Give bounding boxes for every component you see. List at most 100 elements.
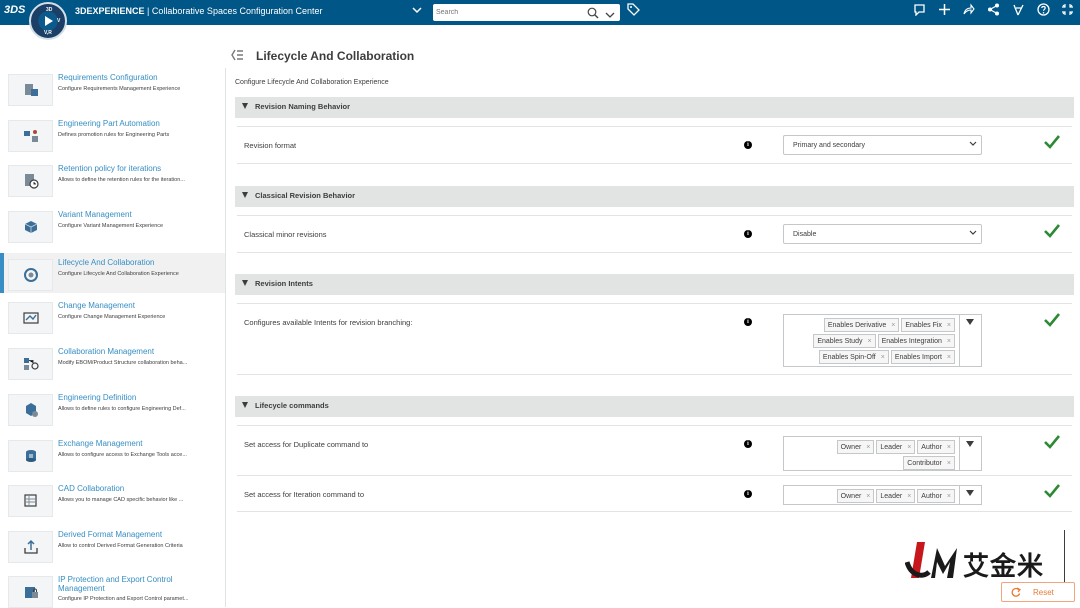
search-scope-chevron-icon[interactable] xyxy=(605,7,615,25)
info-icon[interactable]: i xyxy=(744,141,752,149)
watermark-logo: 艾金米 xyxy=(904,530,1065,586)
setting-label: Set access for Iteration command to xyxy=(244,490,365,499)
tag-icon[interactable] xyxy=(624,3,642,21)
section-lifecycle-commands[interactable]: Lifecycle commands xyxy=(235,396,1074,417)
sidebar-item-derived-format-management[interactable]: Derived Format Management Allow to contr… xyxy=(0,525,225,565)
sidebar-item-cad-collaboration[interactable]: CAD Collaboration Allows you to manage C… xyxy=(0,479,225,519)
sidebar-item-title: Requirements Configuration xyxy=(58,73,158,82)
sidebar-item-collaboration-management[interactable]: Collaboration Management Modify EBOM/Pro… xyxy=(0,342,225,382)
remove-chip-icon[interactable]: × xyxy=(881,354,885,361)
chip-list: Owner × Leader × Author × xyxy=(784,487,959,503)
compass-south-label: V,R xyxy=(44,30,52,36)
sidebar-item-title: Lifecycle And Collaboration xyxy=(58,258,155,267)
sidebar-item-desc: Allows to define the retention rules for… xyxy=(58,177,185,183)
help-icon[interactable] xyxy=(1034,3,1052,21)
remove-chip-icon[interactable]: × xyxy=(947,444,951,451)
ip-protection-icon xyxy=(8,576,53,608)
setting-label: Configures available Intents for revisio… xyxy=(244,318,413,327)
chip-label: Enables Import xyxy=(894,353,942,361)
info-icon[interactable]: i xyxy=(744,318,752,326)
section-label: Revision Intents xyxy=(255,279,313,288)
sidebar-item-retention-policy[interactable]: Retention policy for iterations Allows t… xyxy=(0,159,225,199)
remove-chip-icon[interactable]: × xyxy=(947,322,951,329)
compass-play-icon xyxy=(45,16,53,26)
chip-owner: Owner × xyxy=(836,489,875,503)
revision-intents-multiselect[interactable]: Enables Derivative × Enables Fix × Enables… xyxy=(783,314,982,367)
sidebar-item-variant-management[interactable]: Variant Management Configure Variant Man… xyxy=(0,205,225,245)
setting-label: Set access for Duplicate command to xyxy=(244,440,369,449)
dropdown-toggle[interactable] xyxy=(959,437,981,470)
sidebar-item-change-management[interactable]: Change Management Configure Change Manag… xyxy=(0,296,225,336)
app-title-separator: | xyxy=(147,6,150,16)
plus-icon[interactable] xyxy=(935,3,953,21)
sidebar-item-engineering-definition[interactable]: Engineering Definition Allows to define … xyxy=(0,388,225,428)
compass-icon[interactable]: 3D V V,R xyxy=(29,2,67,40)
remove-chip-icon[interactable]: × xyxy=(947,460,951,467)
section-revision-naming-behavior[interactable]: Revision Naming Behavior xyxy=(235,97,1074,118)
search-input[interactable] xyxy=(436,6,581,19)
chip-enables-import: Enables Import × xyxy=(890,350,955,364)
info-icon[interactable]: i xyxy=(744,230,752,238)
remove-chip-icon[interactable]: × xyxy=(947,338,951,345)
3ds-logo-icon[interactable]: 3DS xyxy=(4,4,25,20)
collapse-triangle-icon xyxy=(242,402,248,408)
compass-tools-icon[interactable] xyxy=(1009,3,1027,21)
app-title: 3DEXPERIENCE | Collaborative Spaces Conf… xyxy=(75,6,323,16)
search-icon[interactable] xyxy=(587,6,599,24)
sidebar-item-ip-protection[interactable]: IP Protection and Export Control Managem… xyxy=(0,570,225,608)
classical-minor-revisions-select[interactable]: Disable xyxy=(783,224,982,244)
collapse-triangle-icon xyxy=(242,192,248,198)
sidebar-item-desc: Configure Variant Management Experience xyxy=(58,223,164,229)
remove-chip-icon[interactable]: × xyxy=(947,354,951,361)
chip-contributor: Contributor × xyxy=(903,456,955,470)
reset-button[interactable]: Reset xyxy=(1001,582,1075,602)
iteration-access-multiselect[interactable]: Owner × Leader × Author × xyxy=(783,485,982,505)
chevron-down-icon[interactable] xyxy=(412,5,422,18)
compass-east-label: V xyxy=(57,18,61,24)
sidebar-item-title: Change Management xyxy=(58,301,135,310)
duplicate-access-multiselect[interactable]: Owner × Leader × Author × Contributor × xyxy=(783,436,982,471)
info-icon[interactable]: i xyxy=(744,440,752,448)
section-classical-revision-behavior[interactable]: Classical Revision Behavior xyxy=(235,186,1074,207)
remove-chip-icon[interactable]: × xyxy=(907,493,911,500)
watermark-text: 艾金米 xyxy=(963,552,1045,582)
collapse-panel-icon[interactable] xyxy=(230,48,244,62)
chip-list: Enables Derivative × Enables Fix × Enables… xyxy=(784,316,959,364)
chip-enables-derivative: Enables Derivative × xyxy=(823,318,900,332)
sidebar-item-engineering-part-automation[interactable]: Engineering Part Automation Defines prom… xyxy=(0,114,225,154)
sidebar-item-exchange-management[interactable]: Exchange Management Allows to configure … xyxy=(0,434,225,474)
remove-chip-icon[interactable]: × xyxy=(947,493,951,500)
info-icon[interactable]: i xyxy=(744,490,752,498)
watermark-divider xyxy=(1064,530,1065,582)
dropdown-toggle[interactable] xyxy=(959,486,981,504)
dropdown-toggle[interactable] xyxy=(959,315,981,366)
remove-chip-icon[interactable]: × xyxy=(867,338,871,345)
fullscreen-icon[interactable] xyxy=(1058,3,1076,21)
search-box[interactable] xyxy=(433,4,620,21)
share-icon[interactable] xyxy=(959,3,977,21)
sidebar-item-desc: Configure IP Protection and Export Contr… xyxy=(58,596,189,602)
chip-label: Enables Study xyxy=(817,337,863,345)
sidebar-item-desc: Allows to define rules to configure Engi… xyxy=(58,406,186,412)
chip-author: Author × xyxy=(917,440,955,454)
requirements-icon xyxy=(8,74,53,106)
sidebar-item-title: Collaboration Management xyxy=(58,347,155,356)
setting-row-revision-format: Revision format i Primary and secondary xyxy=(237,126,1072,164)
page-title: Lifecycle And Collaboration xyxy=(256,49,415,63)
remove-chip-icon[interactable]: × xyxy=(907,444,911,451)
checkmark-icon xyxy=(1044,313,1061,327)
remove-chip-icon[interactable]: × xyxy=(866,493,870,500)
setting-row-iteration-command: Set access for Iteration command to i Ow… xyxy=(237,475,1072,512)
setting-label: Classical minor revisions xyxy=(244,230,327,239)
remove-chip-icon[interactable]: × xyxy=(891,322,895,329)
change-icon xyxy=(8,302,53,334)
revision-format-select[interactable]: Primary and secondary xyxy=(783,135,982,155)
feed-icon[interactable] xyxy=(910,3,928,21)
sidebar-item-requirements-configuration[interactable]: Requirements Configuration Configure Req… xyxy=(0,68,225,108)
network-icon[interactable] xyxy=(984,3,1002,21)
setting-row-duplicate-command: Set access for Duplicate command to i Ow… xyxy=(237,425,1072,476)
sidebar-item-lifecycle-and-collaboration[interactable]: Lifecycle And Collaboration Configure Li… xyxy=(0,253,225,293)
remove-chip-icon[interactable]: × xyxy=(866,444,870,451)
cad-icon xyxy=(8,485,53,517)
section-revision-intents[interactable]: Revision Intents xyxy=(235,274,1074,295)
